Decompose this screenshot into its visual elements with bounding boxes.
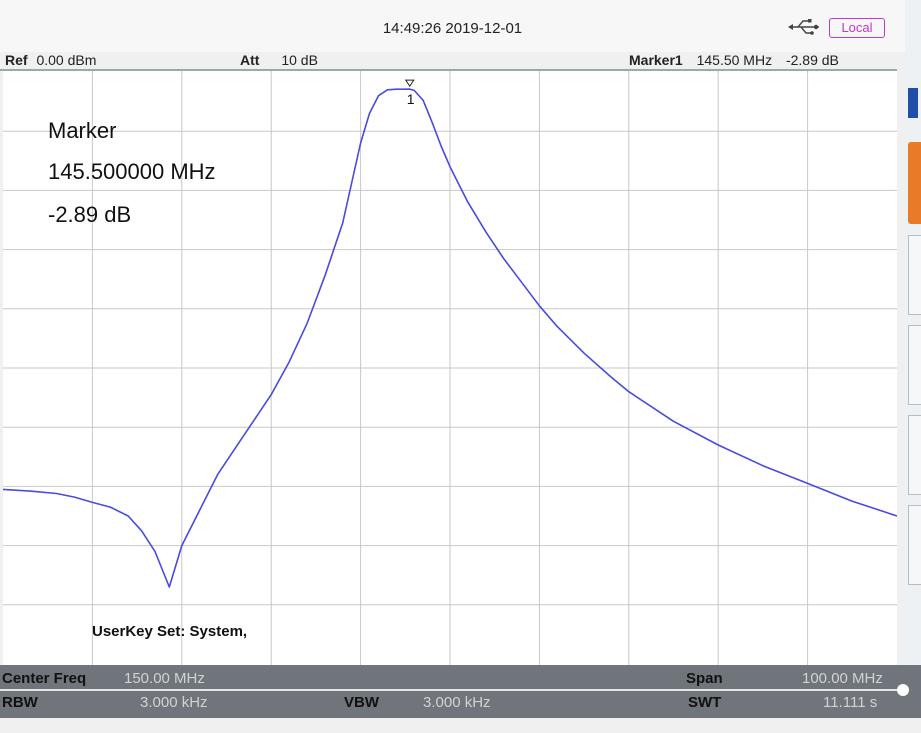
status-bar: 14:49:26 2019-12-01 xyxy=(0,0,905,52)
swt-value: 11.111 s xyxy=(823,694,878,711)
span-value: 100.00 MHz xyxy=(802,670,883,687)
vbw-label[interactable]: VBW xyxy=(344,694,379,711)
softkey-button[interactable] xyxy=(908,505,921,585)
softkey-button[interactable] xyxy=(908,325,921,405)
local-mode-badge[interactable]: Local xyxy=(829,18,885,38)
settings-footer: Center Freq 150.00 MHz Span 100.00 MHz R… xyxy=(0,665,921,718)
softkey-button[interactable] xyxy=(908,235,921,315)
marker-readout-label: Marker1 xyxy=(629,52,683,68)
marker-info-frequency: 145.500000 MHz xyxy=(48,159,216,184)
video-progress-track[interactable] xyxy=(0,689,905,691)
marker-readout-level: -2.89 dB xyxy=(785,52,839,68)
swt-label[interactable]: SWT xyxy=(688,694,721,711)
att-value: 10 dB xyxy=(281,52,318,68)
span-label[interactable]: Span xyxy=(686,670,723,687)
rbw-label[interactable]: RBW xyxy=(2,694,38,711)
softkey-button[interactable] xyxy=(908,415,921,495)
ref-value: 0.00 dBm xyxy=(36,52,97,68)
marker-1-label: 1 xyxy=(407,91,415,107)
att-label: Att xyxy=(240,52,260,68)
datetime-display: 14:49:26 2019-12-01 xyxy=(382,20,523,37)
ref-label: Ref xyxy=(5,52,28,68)
ref-level[interactable]: Ref 0.00 dBm xyxy=(5,52,96,69)
softkey-active[interactable] xyxy=(908,142,921,224)
rbw-value: 3.000 kHz xyxy=(140,694,208,711)
usb-icon xyxy=(788,19,819,35)
softkey-highlight[interactable] xyxy=(908,88,918,118)
vbw-value: 3.000 kHz xyxy=(423,694,491,711)
marker-info-level: -2.89 dB xyxy=(48,202,132,227)
video-progress-handle[interactable] xyxy=(897,684,909,696)
center-freq-label[interactable]: Center Freq xyxy=(2,670,86,687)
bottom-strip xyxy=(0,718,921,733)
attenuation[interactable]: Att 10 dB xyxy=(240,52,318,69)
marker-info-title: Marker xyxy=(48,118,117,143)
center-freq-value: 150.00 MHz xyxy=(124,670,205,687)
userkey-set-label: UserKey Set: System, xyxy=(92,623,248,640)
marker-readout: Marker1 145.50 MHz -2.89 dB xyxy=(629,52,839,69)
marker-1-symbol xyxy=(404,79,415,88)
marker-readout-freq: 145.50 MHz xyxy=(696,52,773,68)
